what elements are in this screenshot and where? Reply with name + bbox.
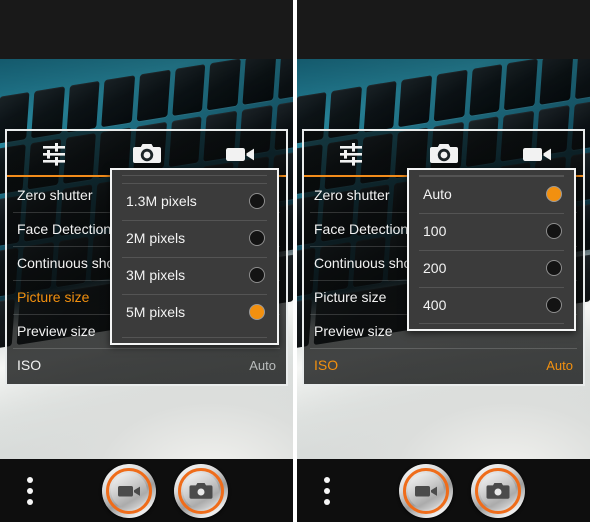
take-photo-button[interactable]	[173, 463, 228, 518]
shutter-button-group	[101, 463, 228, 518]
dialog-top-divider	[122, 175, 267, 176]
dialog-option[interactable]: 1.3M pixels	[112, 182, 277, 220]
dialog-option-label: 100	[423, 223, 447, 239]
more-options-icon[interactable]	[27, 476, 33, 505]
radio-button-icon[interactable]	[249, 230, 265, 246]
dialog-option-label: 1.3M pixels	[126, 193, 197, 209]
sliders-icon	[40, 141, 68, 167]
dialog-option[interactable]: 2M pixels	[112, 219, 277, 257]
more-options-icon[interactable]	[324, 476, 330, 505]
settings-row[interactable]: ISO Auto	[304, 348, 583, 382]
radio-button-icon[interactable]	[249, 193, 265, 209]
picture-size-dialog[interactable]: 1.3M pixels 2M pixels 3M pixels 5M pixel…	[110, 168, 279, 345]
camera-icon	[479, 472, 516, 509]
camera-icon	[132, 142, 162, 166]
dialog-option[interactable]: 5M pixels	[112, 293, 277, 331]
dialog-option-label: 2M pixels	[126, 230, 186, 246]
phone-screenshot-right: Zero shutter Face Detection Continuous s…	[297, 0, 590, 522]
dialog-option[interactable]: Auto	[409, 175, 574, 213]
dialog-bottom-divider	[122, 337, 267, 338]
dialog-option-label: 5M pixels	[126, 304, 186, 320]
camera-icon	[429, 142, 459, 166]
settings-row-label: ISO	[314, 357, 339, 373]
record-video-button[interactable]	[398, 463, 453, 518]
iso-dialog[interactable]: Auto 100 200 400	[407, 168, 576, 331]
settings-row-value: Auto	[546, 357, 573, 373]
video-camera-icon	[407, 472, 444, 509]
dialog-option[interactable]: 100	[409, 212, 574, 250]
sliders-icon	[337, 141, 365, 167]
dialog-option[interactable]: 3M pixels	[112, 256, 277, 294]
video-camera-icon	[522, 144, 552, 164]
settings-row-value: Auto	[249, 357, 276, 373]
settings-row[interactable]: ISO Auto	[7, 348, 286, 382]
radio-button-selected-icon[interactable]	[249, 304, 265, 320]
dialog-bottom-divider	[419, 323, 564, 324]
camera-icon	[182, 472, 219, 509]
dialog-option-label: Auto	[423, 186, 452, 202]
dialog-option[interactable]: 400	[409, 286, 574, 324]
screenshot-stage: Zero shutter Face Detection Continuous s…	[0, 0, 590, 522]
general-settings-tab[interactable]	[7, 131, 100, 176]
settings-row-label: ISO	[17, 357, 42, 373]
dialog-option-label: 400	[423, 297, 447, 313]
screenshot-divider	[293, 0, 297, 522]
radio-button-selected-icon[interactable]	[546, 186, 562, 202]
radio-button-icon[interactable]	[546, 223, 562, 239]
record-video-button[interactable]	[101, 463, 156, 518]
general-settings-tab[interactable]	[304, 131, 397, 176]
radio-button-icon[interactable]	[249, 267, 265, 283]
camera-bottom-bar-right	[297, 459, 590, 522]
take-photo-button[interactable]	[470, 463, 525, 518]
video-camera-icon	[110, 472, 147, 509]
top-status-bar	[0, 0, 293, 59]
top-status-bar	[297, 0, 590, 59]
dialog-option-label: 3M pixels	[126, 267, 186, 283]
phone-screenshot-left: Zero shutter Face Detection Continuous s…	[0, 0, 293, 522]
video-camera-icon	[225, 144, 255, 164]
radio-button-icon[interactable]	[546, 297, 562, 313]
dialog-option[interactable]: 200	[409, 249, 574, 287]
camera-bottom-bar-left	[0, 459, 293, 522]
dialog-option-label: 200	[423, 260, 447, 276]
shutter-button-group	[398, 463, 525, 518]
radio-button-icon[interactable]	[546, 260, 562, 276]
